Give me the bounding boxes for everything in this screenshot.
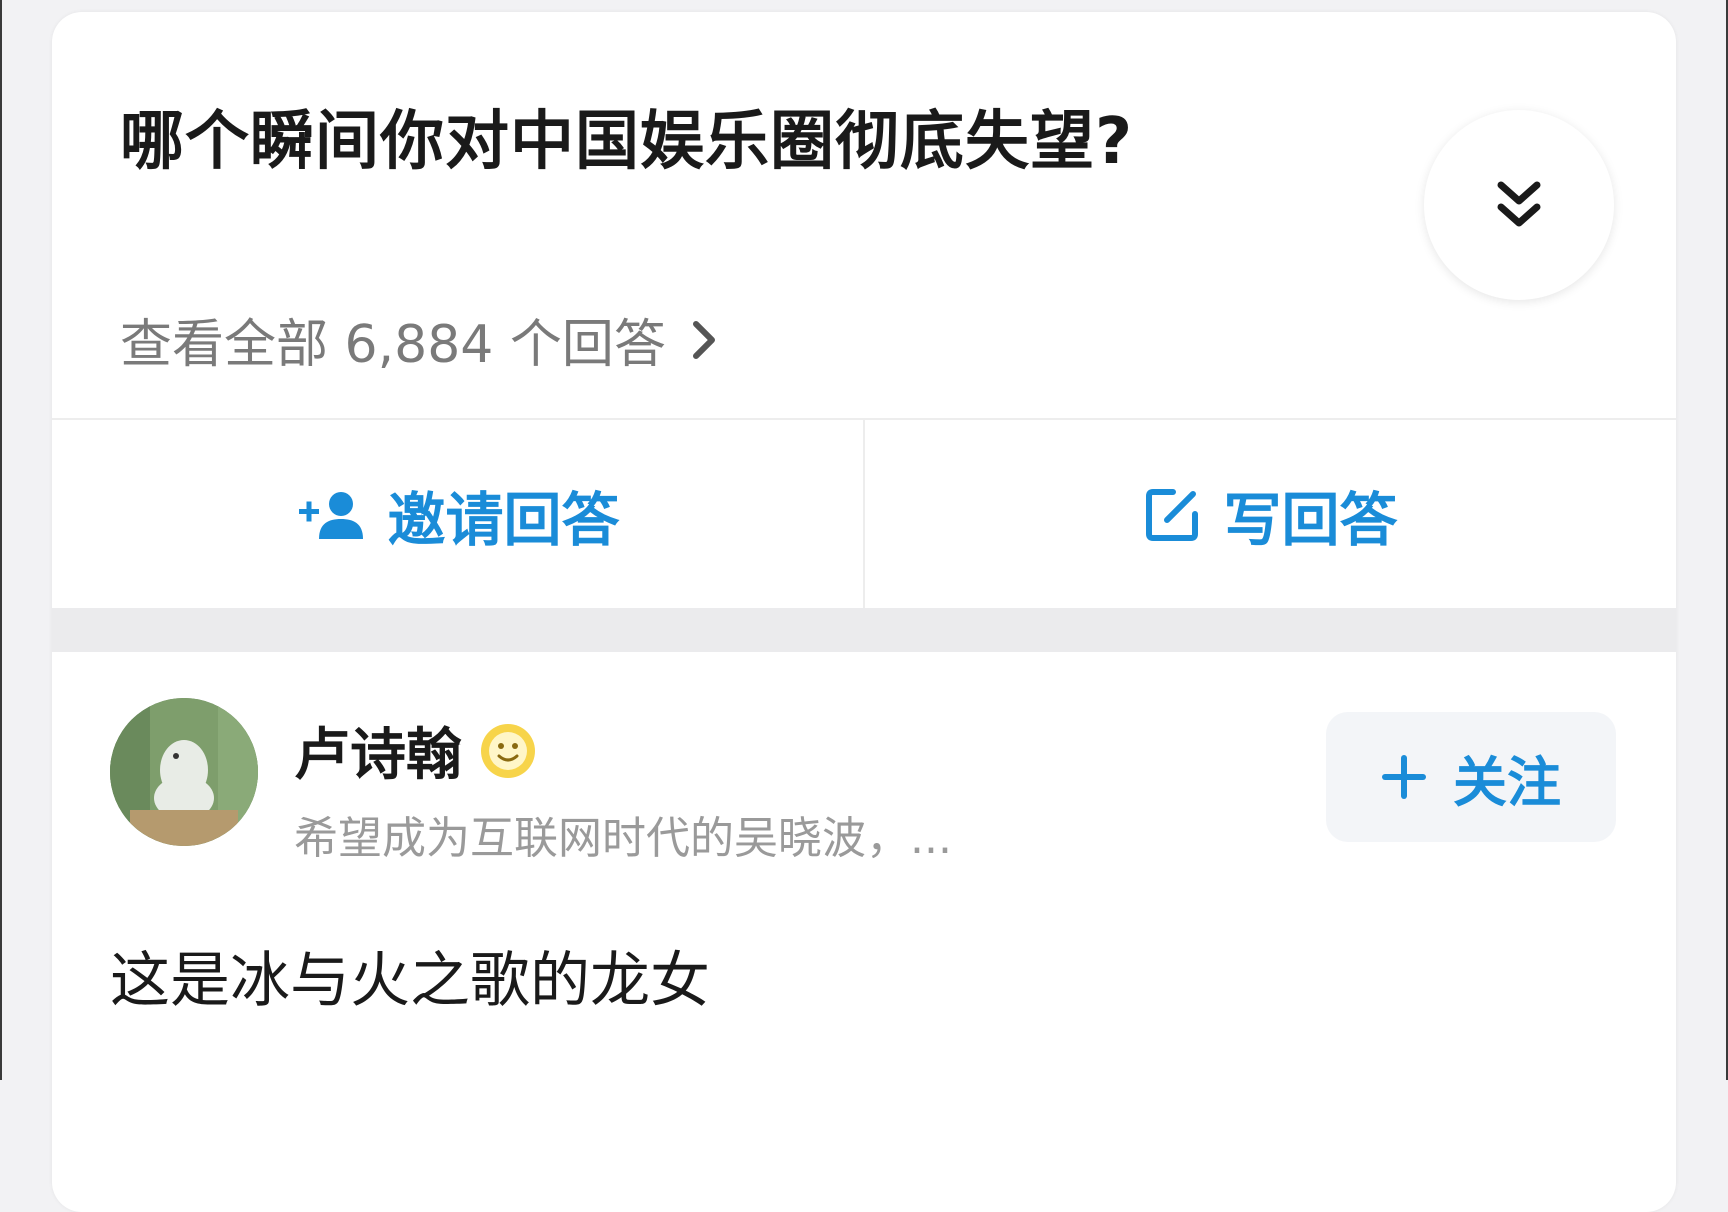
question-title[interactable]: 哪个瞬间你对中国娱乐圈彻底失望? bbox=[120, 90, 1133, 182]
add-user-icon bbox=[299, 492, 364, 539]
answer-content[interactable]: 这是冰与火之歌的龙女 bbox=[110, 932, 710, 1019]
frame-edge-left bbox=[0, 0, 2, 1080]
author-name[interactable]: 卢诗翰 bbox=[294, 710, 542, 791]
section-divider bbox=[52, 608, 1676, 652]
author-bio: 希望成为互联网时代的吴晓波，... bbox=[294, 813, 952, 864]
write-answer-button[interactable]: 写回答 bbox=[865, 420, 1676, 610]
view-all-answers-link[interactable]: 查看全部 6,884 个回答 bbox=[120, 302, 718, 377]
action-bar: 邀请回答 写回答 bbox=[52, 418, 1676, 610]
question-card: 哪个瞬间你对中国娱乐圈彻底失望? 查看全部 6,884 个回答 邀请回答 写回答… bbox=[52, 12, 1676, 1212]
expand-button[interactable] bbox=[1424, 110, 1614, 300]
avatar[interactable] bbox=[110, 698, 258, 846]
author-name-text: 卢诗翰 bbox=[294, 723, 462, 788]
write-answer-label: 写回答 bbox=[1223, 486, 1398, 554]
invite-answer-label: 邀请回答 bbox=[387, 486, 620, 554]
double-chevron-down-icon bbox=[1497, 181, 1541, 227]
invite-answer-button[interactable]: 邀请回答 bbox=[52, 420, 865, 610]
plus-icon bbox=[1382, 755, 1426, 799]
follow-label: 关注 bbox=[1453, 750, 1561, 814]
chevron-right-icon bbox=[690, 318, 718, 362]
view-all-label: 查看全部 6,884 个回答 bbox=[120, 315, 666, 375]
edit-icon bbox=[1146, 489, 1199, 541]
follow-button[interactable]: 关注 bbox=[1326, 712, 1616, 842]
smiley-badge-icon bbox=[481, 723, 535, 778]
